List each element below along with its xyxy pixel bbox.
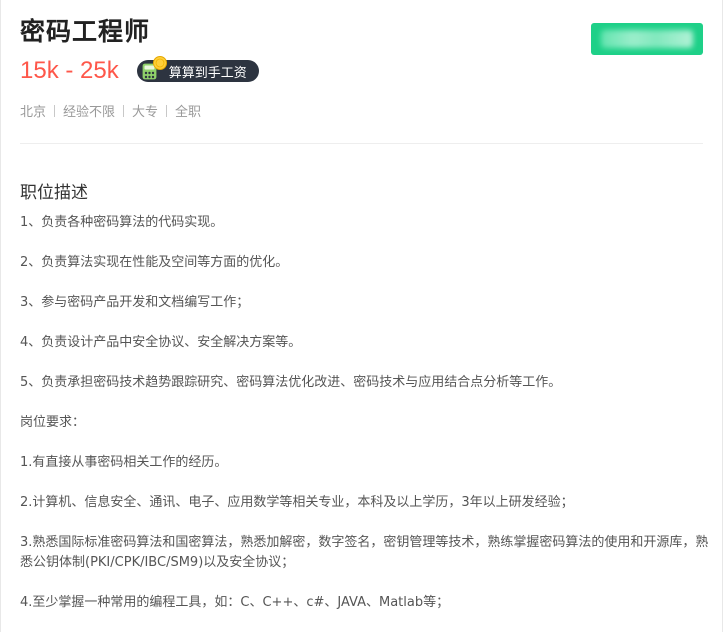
requirement-line: 2.计算机、信息安全、通讯、电子、应用数学等相关专业，本科及以上学历，3年以上研…: [20, 495, 574, 510]
description-line: 3、参与密码产品开发和文档编写工作；: [20, 295, 250, 310]
job-description: 1、负责各种密码算法的代码实现。 2、负责算法实现在性能及空间等方面的优化。 3…: [20, 213, 710, 632]
requirement-line: 4.至少掌握一种常用的编程工具，如：C、C++、c#、JAVA、Matlab等；: [20, 595, 450, 610]
blurred-button-label: [601, 30, 693, 48]
blurred-action-button[interactable]: [591, 23, 703, 55]
job-title: 密码工程师: [20, 17, 151, 46]
description-line: 5、负责承担密码技术趋势跟踪研究、密码算法优化改进、密码技术与应用结合点分析等工…: [20, 375, 562, 390]
meta-experience: 经验不限: [63, 105, 116, 120]
requirement-line: 3.熟悉国际标准密码算法和国密算法，熟悉加解密，数字签名，密钥管理等技术，熟练掌…: [20, 535, 709, 570]
description-line: 2、负责算法实现在性能及空间等方面的优化。: [20, 255, 289, 270]
salary-row: 15k - 25k 算算到手工资: [20, 56, 259, 86]
requirements-heading: 岗位要求：: [20, 415, 86, 430]
meta-education: 大专: [132, 105, 159, 120]
header-divider: [20, 143, 703, 144]
job-meta: 北京 经验不限 大专 全职: [20, 101, 201, 120]
section-title-job-description: 职位描述: [20, 183, 88, 203]
calculator-coin-icon: [141, 56, 167, 81]
description-line: 1、负责各种密码算法的代码实现。: [20, 215, 224, 230]
meta-location: 北京: [20, 105, 47, 120]
job-detail-panel: 密码工程师 15k - 25k 算算到手工资 北京 经验不限 大专 全职 职位描…: [0, 0, 723, 632]
description-line: 4、负责设计产品中安全协议、安全解决方案等。: [20, 335, 302, 350]
meta-divider: [166, 104, 168, 117]
badge-label: 算算到手工资: [168, 65, 247, 81]
salary-calculator-badge[interactable]: 算算到手工资: [136, 56, 259, 82]
meta-job-type: 全职: [175, 105, 202, 120]
meta-divider: [123, 104, 125, 117]
requirement-line: 1.有直接从事密码相关工作的经历。: [20, 455, 228, 470]
salary: 15k - 25k: [20, 57, 119, 84]
meta-divider: [54, 104, 56, 117]
